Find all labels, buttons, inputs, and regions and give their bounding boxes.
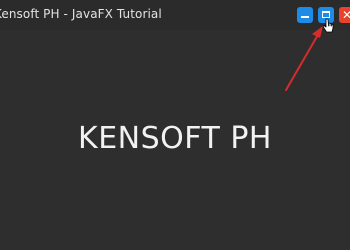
close-icon: ✕ xyxy=(342,8,350,22)
minimize-button[interactable] xyxy=(297,7,313,23)
hand-cursor-icon xyxy=(322,18,334,33)
content-area: KENSOFT PH xyxy=(0,30,350,250)
maximize-icon xyxy=(322,11,330,18)
window-title: Kensoft PH - JavaFX Tutorial xyxy=(0,7,162,21)
close-button[interactable]: ✕ xyxy=(339,7,350,23)
minimize-icon xyxy=(301,16,309,18)
app-window: Kensoft PH - JavaFX Tutorial ✕ KENSOFT P… xyxy=(0,0,350,250)
title-bar[interactable]: Kensoft PH - JavaFX Tutorial ✕ xyxy=(0,0,350,30)
main-label: KENSOFT PH xyxy=(78,121,272,156)
